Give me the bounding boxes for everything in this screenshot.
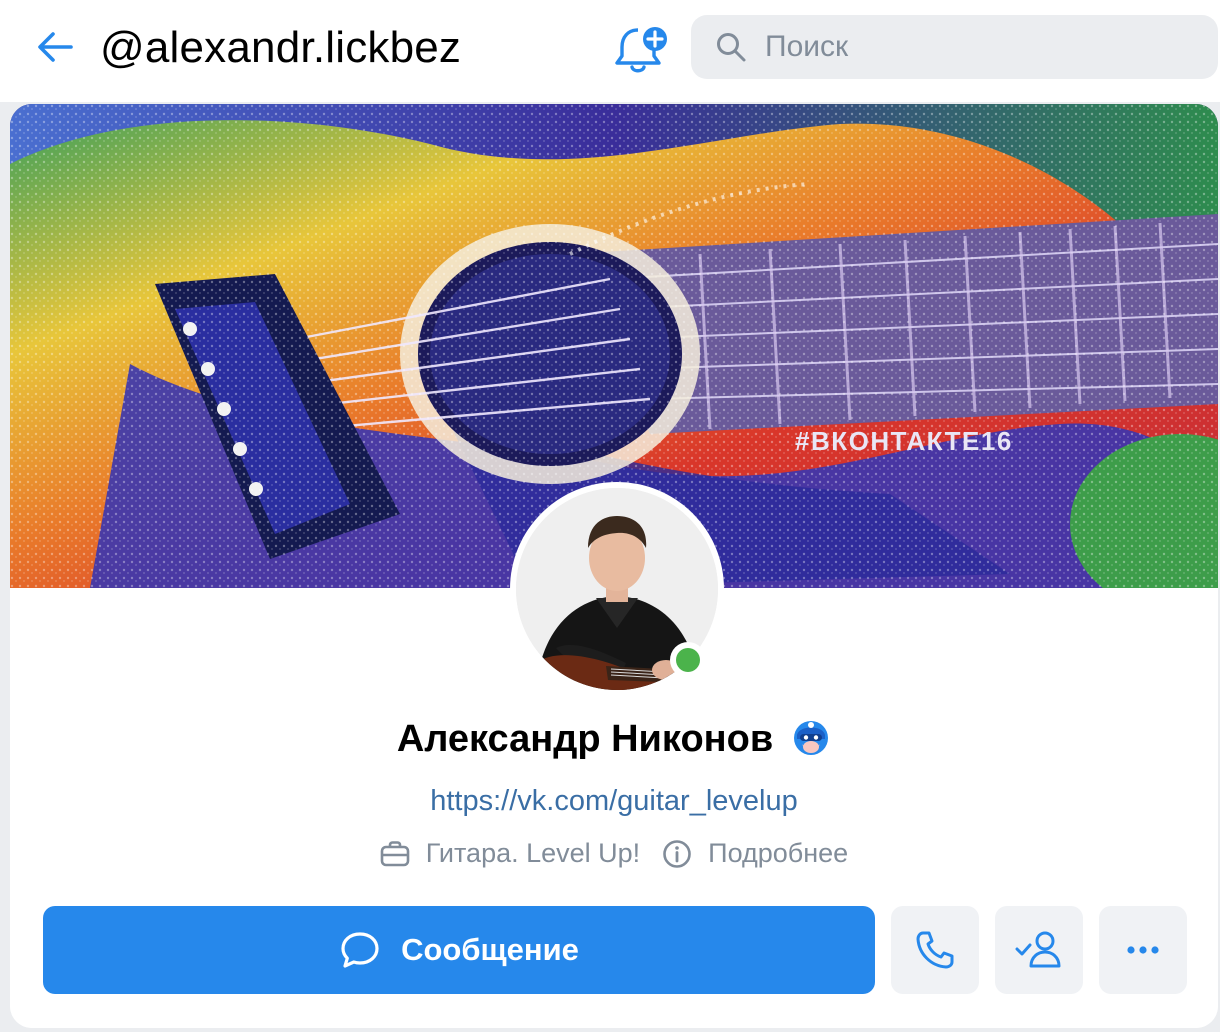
profile-handle: @alexandr.lickbez (100, 23, 462, 72)
more-info-button[interactable]: Подробнее (662, 838, 848, 869)
search-field[interactable] (691, 15, 1218, 79)
message-button[interactable]: Сообщение (43, 906, 875, 994)
profile-name: Александр Никонов (396, 718, 774, 760)
profile-card: #ВКОНТАКТЕ16 Александр Никонов https://v… (10, 104, 1218, 1028)
bell-plus-icon (615, 27, 667, 73)
more-actions-button[interactable] (1099, 906, 1187, 994)
back-arrow-icon (38, 32, 73, 62)
more-dots-icon (1127, 946, 1159, 954)
profile-info-row: Гитара. Level Up! Подробнее (10, 838, 1218, 869)
top-bar: @alexandr.lickbez (0, 0, 1220, 102)
message-bubble-icon (341, 932, 379, 968)
info-icon (663, 839, 691, 868)
briefcase-icon (380, 840, 410, 866)
profile-name-row: Александр Никонов (10, 712, 1218, 766)
friend-status-button[interactable] (995, 906, 1083, 994)
back-button[interactable] (30, 22, 80, 72)
search-icon (717, 33, 746, 62)
online-status-indicator (670, 642, 706, 678)
more-info-label: Подробнее (708, 838, 849, 868)
cover-hashtag: #ВКОНТАКТЕ16 (795, 426, 1013, 456)
profile-link-row: https://vk.com/guitar_levelup (10, 780, 1218, 822)
call-button[interactable] (891, 906, 979, 994)
friend-check-icon (1015, 931, 1061, 968)
phone-icon (916, 931, 954, 969)
work-item[interactable]: Гитара. Level Up! (380, 838, 640, 869)
avatar-frame[interactable] (510, 482, 724, 696)
search-input[interactable] (763, 29, 1187, 65)
profile-link[interactable]: https://vk.com/guitar_levelup (430, 785, 798, 817)
work-label: Гитара. Level Up! (425, 838, 641, 868)
message-button-label: Сообщение (401, 932, 579, 967)
notifications-subscribe-button[interactable] (608, 20, 672, 76)
verified-mascot-icon[interactable] (791, 717, 831, 757)
